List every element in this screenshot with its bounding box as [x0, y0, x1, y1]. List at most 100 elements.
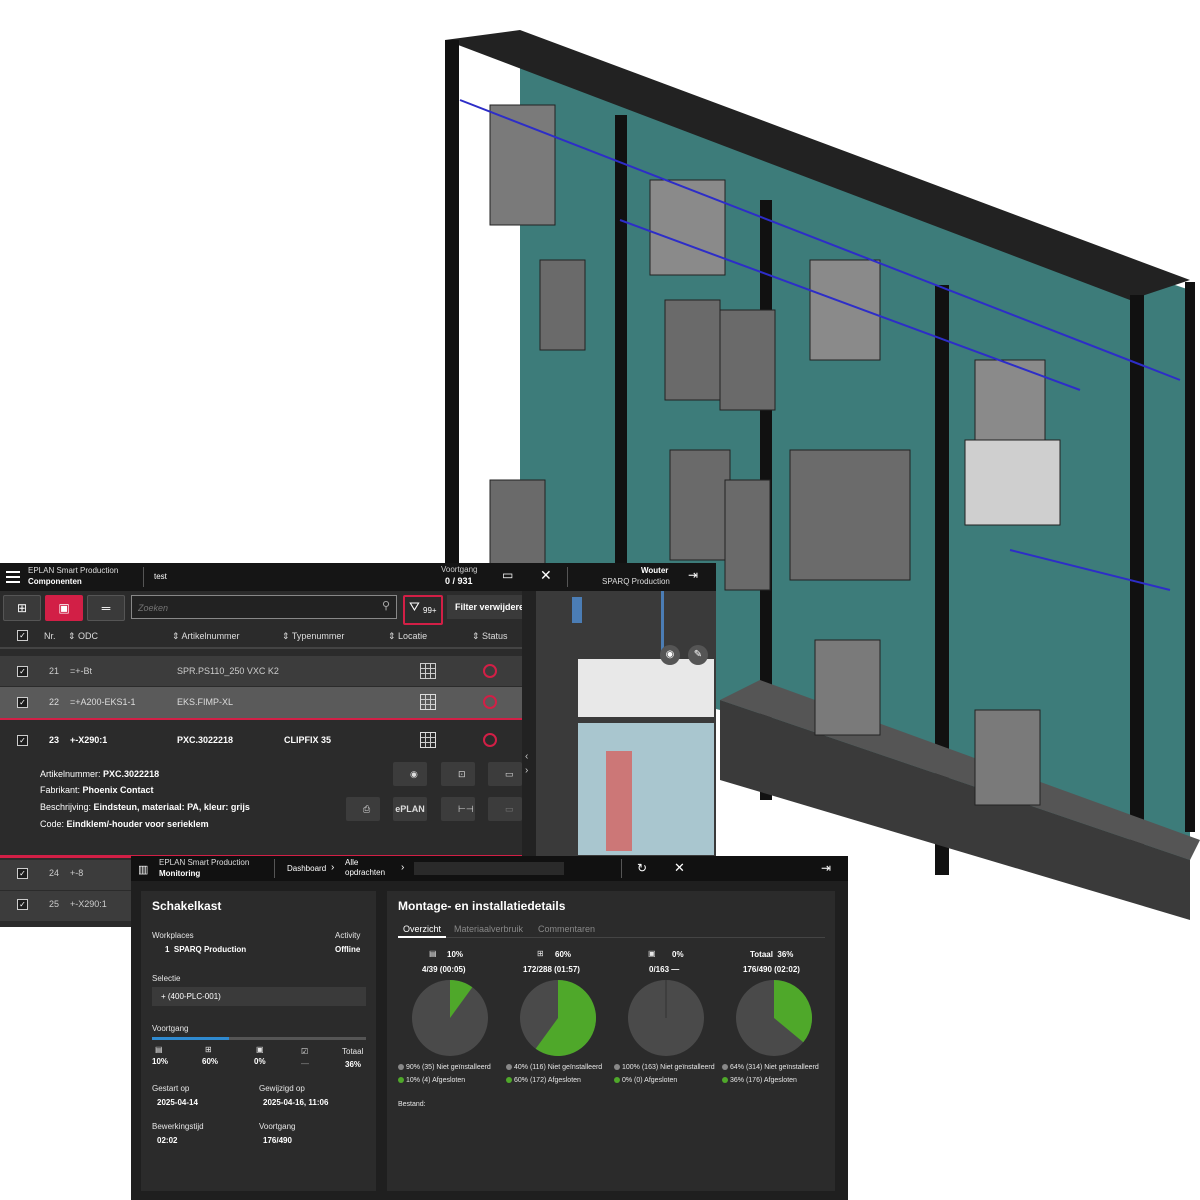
- device-view-button[interactable]: ▣: [45, 595, 83, 621]
- workplace-value: 1 SPARQ Production: [165, 945, 247, 954]
- bewerkingstijd-value: 02:02: [157, 1136, 178, 1145]
- row-artikel: SPR.PS110_250 VXC K2: [177, 666, 279, 676]
- search-field[interactable]: ⚲: [131, 595, 397, 619]
- row-type: CLIPFIX 35: [284, 735, 332, 745]
- pie-legend: 40% (116) Niet geïnstalleerd: [506, 1064, 602, 1071]
- installation-details-panel: Montage- en installatiedetails Overzicht…: [387, 891, 835, 1191]
- pie-title: 10%: [447, 950, 464, 959]
- filter-button[interactable]: ⛛ 99+: [403, 595, 443, 625]
- pie-legend: 0% (0) Afgesloten: [614, 1077, 677, 1084]
- pie-counts: 172/288 (01:57): [523, 965, 580, 974]
- cabinet-icon: ▤: [429, 949, 437, 958]
- progress-fill: [152, 1037, 230, 1040]
- eye-icon[interactable]: ◉: [660, 645, 680, 665]
- row-checkbox[interactable]: ✓: [17, 735, 28, 746]
- layout-preview-bottom: [578, 723, 714, 855]
- table-header: ✓ Nr. ⇕ ODC ⇕ Artikelnummer ⇕ Typenummer…: [0, 625, 522, 649]
- filter-icon: ⛛: [409, 599, 420, 614]
- row-checkbox[interactable]: ✓: [17, 868, 28, 879]
- breadcrumb-dashboard[interactable]: Dashboard: [287, 864, 326, 873]
- check-icon: ☑: [301, 1047, 309, 1056]
- row-odc: +-X290:1: [70, 735, 108, 745]
- search-icon: ⚲: [381, 600, 390, 612]
- voortgang2-value: 176/490: [263, 1136, 292, 1145]
- col-typenummer[interactable]: ⇕ Typenummer: [282, 631, 344, 642]
- tab-materiaalverbruik[interactable]: Materiaalverbruik: [454, 924, 523, 934]
- selectie-field[interactable]: + (400-PLC-001): [152, 987, 366, 1006]
- logout-icon[interactable]: ⇥: [821, 861, 831, 875]
- tab-overzicht[interactable]: Overzicht: [403, 924, 441, 934]
- activity-label: Activity: [335, 931, 361, 940]
- layout-preview-top: [578, 659, 714, 717]
- chevron-right-icon: ›: [331, 862, 335, 873]
- mini-value: 60%: [202, 1057, 219, 1066]
- app-icon: ▥: [138, 864, 149, 876]
- section-title: Monitoring: [159, 869, 201, 878]
- chevron-left-icon[interactable]: ‹: [525, 751, 528, 762]
- row-nr: 21: [49, 666, 60, 676]
- location-icon[interactable]: [420, 732, 436, 748]
- divider: [143, 567, 144, 587]
- detail-artikel: Artikelnummer: PXC.3022218: [40, 769, 160, 779]
- refresh-icon[interactable]: ↻: [637, 861, 647, 875]
- view-button[interactable]: ◉: [393, 762, 427, 786]
- table-row[interactable]: ✓ 21 =+-Bt SPR.PS110_250 VXC K2: [0, 656, 522, 686]
- row-checkbox[interactable]: ✓: [17, 697, 28, 708]
- comment-button[interactable]: ▭: [488, 762, 522, 786]
- row-odc: =+-Bt: [70, 666, 93, 676]
- measure-button[interactable]: ⊢⊣: [441, 797, 475, 821]
- col-nr[interactable]: Nr.: [44, 631, 56, 641]
- app-name: EPLAN Smart Production: [159, 858, 250, 867]
- select-all-checkbox[interactable]: ✓: [17, 630, 28, 641]
- comment-icon[interactable]: ▭: [502, 568, 513, 582]
- row-checkbox[interactable]: ✓: [17, 666, 28, 677]
- org-name: SPARQ Production: [602, 577, 670, 586]
- selectie-value: + (400-PLC-001): [161, 992, 221, 1001]
- row-checkbox[interactable]: ✓: [17, 899, 28, 910]
- pie-legend: 100% (163) Niet geïnstalleerd: [614, 1064, 715, 1071]
- print-button[interactable]: ⎙: [346, 797, 380, 821]
- tab-commentaren[interactable]: Commentaren: [538, 924, 595, 934]
- table-row[interactable]: ✓ 22 =+A200-EKS1-1 EKS.FIMP-XL: [0, 687, 522, 720]
- breadcrumb-all[interactable]: Alle opdrachten: [345, 858, 395, 878]
- pie-legend: 64% (314) Niet geïnstalleerd: [722, 1064, 819, 1071]
- location-icon[interactable]: [420, 694, 436, 710]
- pin-icon[interactable]: ✎: [688, 645, 708, 665]
- search-input[interactable]: [136, 599, 370, 617]
- bestand-label: Bestand:: [398, 1101, 426, 1108]
- location-icon[interactable]: [420, 663, 436, 679]
- voortgang-label: Voortgang: [152, 1024, 189, 1033]
- row-odc: +-8: [70, 868, 84, 878]
- device-icon: ▣: [256, 1045, 264, 1054]
- terminal-icon: ⊞: [205, 1045, 212, 1054]
- disabled-button[interactable]: ▭: [488, 797, 522, 821]
- col-status[interactable]: ⇕ Status: [472, 631, 508, 642]
- table-row-expanded[interactable]: ✓ 23 +-X290:1 PXC.3022218 CLIPFIX 35 Art…: [0, 721, 522, 855]
- app-name: EPLAN Smart Production: [28, 566, 119, 575]
- list-view-button[interactable]: ═: [87, 595, 125, 621]
- chevron-right-icon[interactable]: ›: [525, 765, 528, 776]
- eplan-button[interactable]: ePLAN: [393, 797, 427, 821]
- gewijzigd-value: 2025-04-16, 11:06: [263, 1098, 329, 1107]
- progress-label: Voortgang: [441, 565, 478, 574]
- lock-button[interactable]: ⊡: [441, 762, 475, 786]
- row-odc: +-X290:1: [70, 899, 107, 909]
- pie-legend: 90% (35) Niet geïnstalleerd: [398, 1064, 491, 1071]
- totaal-label: Totaal: [342, 1047, 364, 1056]
- panel-title: Schakelkast: [152, 899, 222, 913]
- close-icon[interactable]: ✕: [674, 860, 685, 876]
- col-odc[interactable]: ⇕ ODC: [68, 631, 98, 642]
- terminal-view-button[interactable]: ⊞: [3, 595, 41, 621]
- panel-title: Montage- en installatiedetails: [398, 899, 566, 913]
- gestart-label: Gestart op: [152, 1084, 190, 1093]
- pie-chart: [520, 980, 596, 1056]
- row-nr: 22: [49, 697, 60, 707]
- close-icon[interactable]: ✕: [540, 567, 552, 584]
- progress-bar: [152, 1037, 366, 1040]
- col-artikelnummer[interactable]: ⇕ Artikelnummer: [172, 631, 240, 642]
- device-icon: ▣: [648, 949, 656, 958]
- logout-icon[interactable]: ⇥: [688, 568, 698, 582]
- printer-icon: ⎙: [363, 804, 371, 814]
- col-locatie[interactable]: ⇕ Locatie: [388, 631, 427, 642]
- menu-icon[interactable]: [6, 571, 20, 583]
